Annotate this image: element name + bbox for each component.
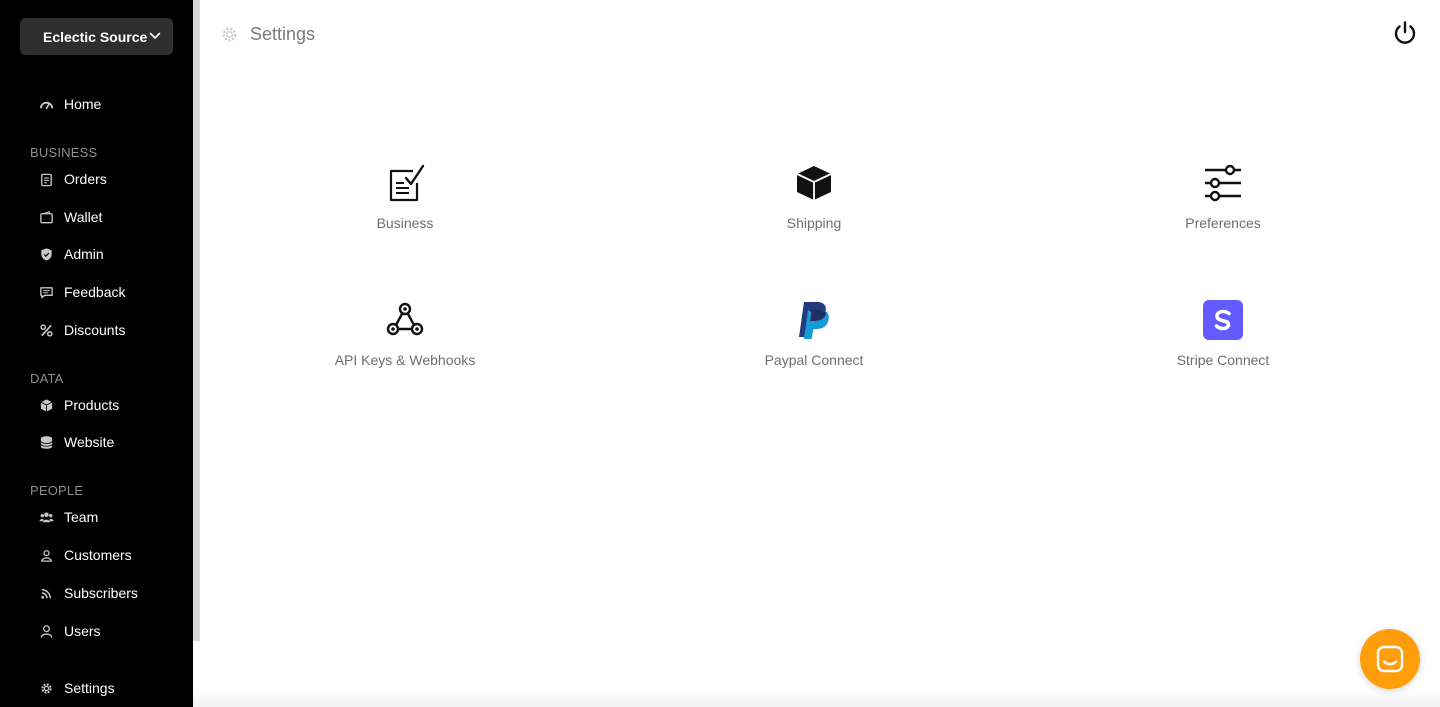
tile-label: API Keys & Webhooks bbox=[334, 352, 476, 368]
sidebar-item-team[interactable]: Team bbox=[30, 505, 98, 529]
sidebar-item-label: Products bbox=[64, 397, 120, 413]
tile-preferences[interactable]: Preferences bbox=[1103, 163, 1343, 243]
tile-api-keys[interactable]: API Keys & Webhooks bbox=[285, 300, 525, 380]
sidebar-item-admin[interactable]: Admin bbox=[30, 242, 104, 266]
comment-icon bbox=[30, 284, 64, 300]
stripe-icon bbox=[1203, 300, 1243, 340]
sidebar-item-label: Website bbox=[64, 434, 115, 450]
section-label-people: PEOPLE bbox=[30, 483, 84, 498]
clipboard-icon bbox=[30, 171, 64, 187]
sidebar-item-label: Orders bbox=[64, 171, 107, 187]
user-outline-icon bbox=[30, 623, 64, 639]
rss-icon bbox=[30, 585, 64, 601]
sidebar-item-label: Subscribers bbox=[64, 585, 138, 601]
sidebar-item-label: Settings bbox=[64, 680, 115, 696]
gauge-icon bbox=[30, 96, 64, 112]
gear-icon bbox=[30, 680, 64, 696]
sidebar-item-discounts[interactable]: Discounts bbox=[30, 318, 125, 342]
sidebar-item-products[interactable]: Products bbox=[30, 393, 119, 417]
store-name: Eclectic Source bbox=[43, 28, 148, 45]
sidebar-item-home[interactable]: Home bbox=[30, 92, 101, 116]
power-icon[interactable] bbox=[1391, 19, 1419, 47]
users-icon bbox=[30, 509, 64, 525]
chat-icon bbox=[1376, 645, 1404, 673]
sidebar-item-customers[interactable]: Customers bbox=[30, 543, 132, 567]
chevron-down-icon bbox=[149, 32, 161, 40]
tile-label: Business bbox=[376, 215, 434, 231]
tile-shipping[interactable]: Shipping bbox=[694, 163, 934, 243]
sidebar-item-label: Wallet bbox=[64, 209, 103, 225]
cube-icon bbox=[30, 397, 64, 413]
page-title-text: Settings bbox=[250, 23, 316, 44]
sidebar-item-wallet[interactable]: Wallet bbox=[30, 205, 102, 229]
tile-label: Preferences bbox=[1185, 215, 1261, 231]
page-title: Settings bbox=[220, 22, 315, 46]
tile-label: Shipping bbox=[786, 215, 842, 231]
chat-launcher-button[interactable] bbox=[1360, 629, 1420, 689]
shield-icon bbox=[30, 246, 64, 262]
tile-business[interactable]: Business bbox=[285, 163, 525, 243]
sidebar-item-label: Feedback bbox=[64, 284, 126, 300]
gear-icon bbox=[222, 27, 237, 41]
sidebar-item-feedback[interactable]: Feedback bbox=[30, 280, 125, 304]
sidebar-item-label: Admin bbox=[64, 246, 104, 262]
wallet-icon bbox=[30, 209, 64, 225]
sidebar-item-website[interactable]: Website bbox=[30, 430, 114, 454]
footer-shade bbox=[193, 690, 1440, 707]
section-label-business: BUSINESS bbox=[30, 145, 98, 160]
sidebar-item-label: Users bbox=[64, 623, 101, 639]
clipboard-check-icon bbox=[385, 163, 425, 203]
tile-stripe[interactable]: Stripe Connect bbox=[1103, 300, 1343, 380]
paypal-icon bbox=[794, 300, 834, 340]
sidebar-scroll-edge bbox=[193, 0, 200, 641]
database-icon bbox=[30, 434, 64, 450]
box-icon bbox=[794, 163, 834, 203]
sidebar-item-label: Team bbox=[64, 509, 99, 525]
store-selector[interactable]: Eclectic Source bbox=[20, 18, 173, 55]
sidebar-item-label: Home bbox=[64, 96, 102, 112]
sidebar-item-users[interactable]: Users bbox=[30, 619, 101, 643]
sidebar-item-label: Customers bbox=[64, 547, 132, 563]
webhook-icon bbox=[385, 300, 425, 340]
sidebar: Eclectic Source Home BUSINESS Orders Wal… bbox=[0, 0, 193, 707]
user-icon bbox=[30, 547, 64, 563]
sidebar-item-label: Discounts bbox=[64, 322, 126, 338]
tile-label: Paypal Connect bbox=[764, 352, 864, 368]
sidebar-item-subscribers[interactable]: Subscribers bbox=[30, 581, 138, 605]
tile-label: Stripe Connect bbox=[1176, 352, 1270, 368]
sidebar-item-orders[interactable]: Orders bbox=[30, 167, 107, 191]
sidebar-item-settings[interactable]: Settings bbox=[30, 676, 115, 700]
section-label-data: DATA bbox=[30, 371, 64, 386]
sliders-icon bbox=[1203, 163, 1243, 203]
percent-icon bbox=[30, 322, 64, 338]
tile-paypal[interactable]: Paypal Connect bbox=[694, 300, 934, 380]
app: Eclectic Source Home BUSINESS Orders Wal… bbox=[0, 0, 1440, 707]
